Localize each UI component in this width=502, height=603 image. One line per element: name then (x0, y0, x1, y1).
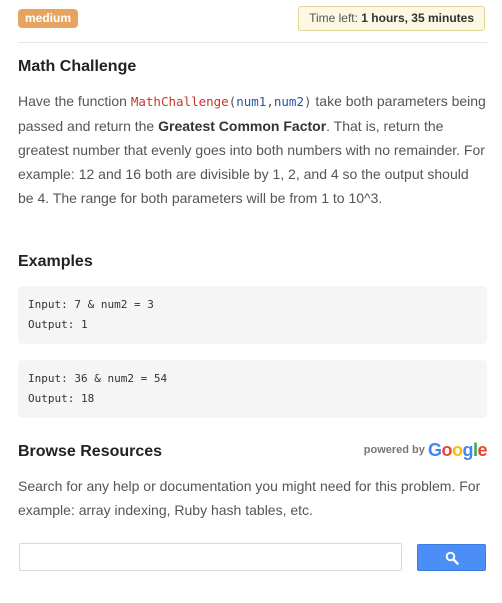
google-logo-letter: G (427, 440, 442, 460)
timer-value: 1 hours, 35 minutes (361, 11, 474, 25)
argument-1: num1 (236, 94, 267, 109)
argument-2: num2 (273, 94, 304, 109)
desc-intro: Have the function (18, 93, 131, 109)
google-logo-letter: g (462, 440, 473, 460)
search-button[interactable] (417, 544, 486, 571)
google-logo: Google (427, 440, 488, 460)
example-block: Input: 36 & num2 = 54 Output: 18 (18, 360, 487, 418)
comma: , (266, 94, 274, 109)
time-left-indicator: Time left: 1 hours, 35 minutes (298, 6, 485, 31)
resources-description: Search for any help or documentation you… (18, 478, 481, 518)
search-input[interactable] (19, 543, 402, 571)
difficulty-badge: medium (18, 9, 79, 28)
powered-by-google: powered by Google (363, 440, 488, 462)
challenge-page: medium Time left: 1 hours, 35 minutes Ma… (0, 0, 502, 603)
example-output: Output: 18 (28, 392, 95, 405)
problem-title: Math Challenge (18, 58, 137, 75)
example-input: Input: 36 & num2 = 54 (28, 372, 168, 385)
function-signature: MathChallenge(num1,num2) (131, 94, 312, 109)
resources-title: Browse Resources (18, 443, 163, 460)
paren-close: ) (303, 94, 312, 109)
timer-prefix: Time left: (309, 11, 362, 25)
top-bar: medium Time left: 1 hours, 35 minutes (18, 6, 487, 43)
google-logo-letter: e (477, 440, 487, 460)
function-name: MathChallenge (130, 94, 229, 109)
desc-bold: Greatest Common Factor (158, 118, 327, 134)
example-input: Input: 7 & num2 = 3 (28, 298, 154, 311)
powered-by-label: powered by (363, 444, 425, 456)
problem-description: Have the function MathChallenge(num1,num… (18, 89, 488, 210)
example-block: Input: 7 & num2 = 3 Output: 1 (18, 286, 487, 344)
google-logo-letter: o (441, 440, 452, 460)
example-output: Output: 1 (28, 318, 88, 331)
google-logo-letter: o (451, 440, 463, 460)
magnifier-icon (445, 551, 459, 565)
examples-title: Examples (18, 253, 93, 270)
